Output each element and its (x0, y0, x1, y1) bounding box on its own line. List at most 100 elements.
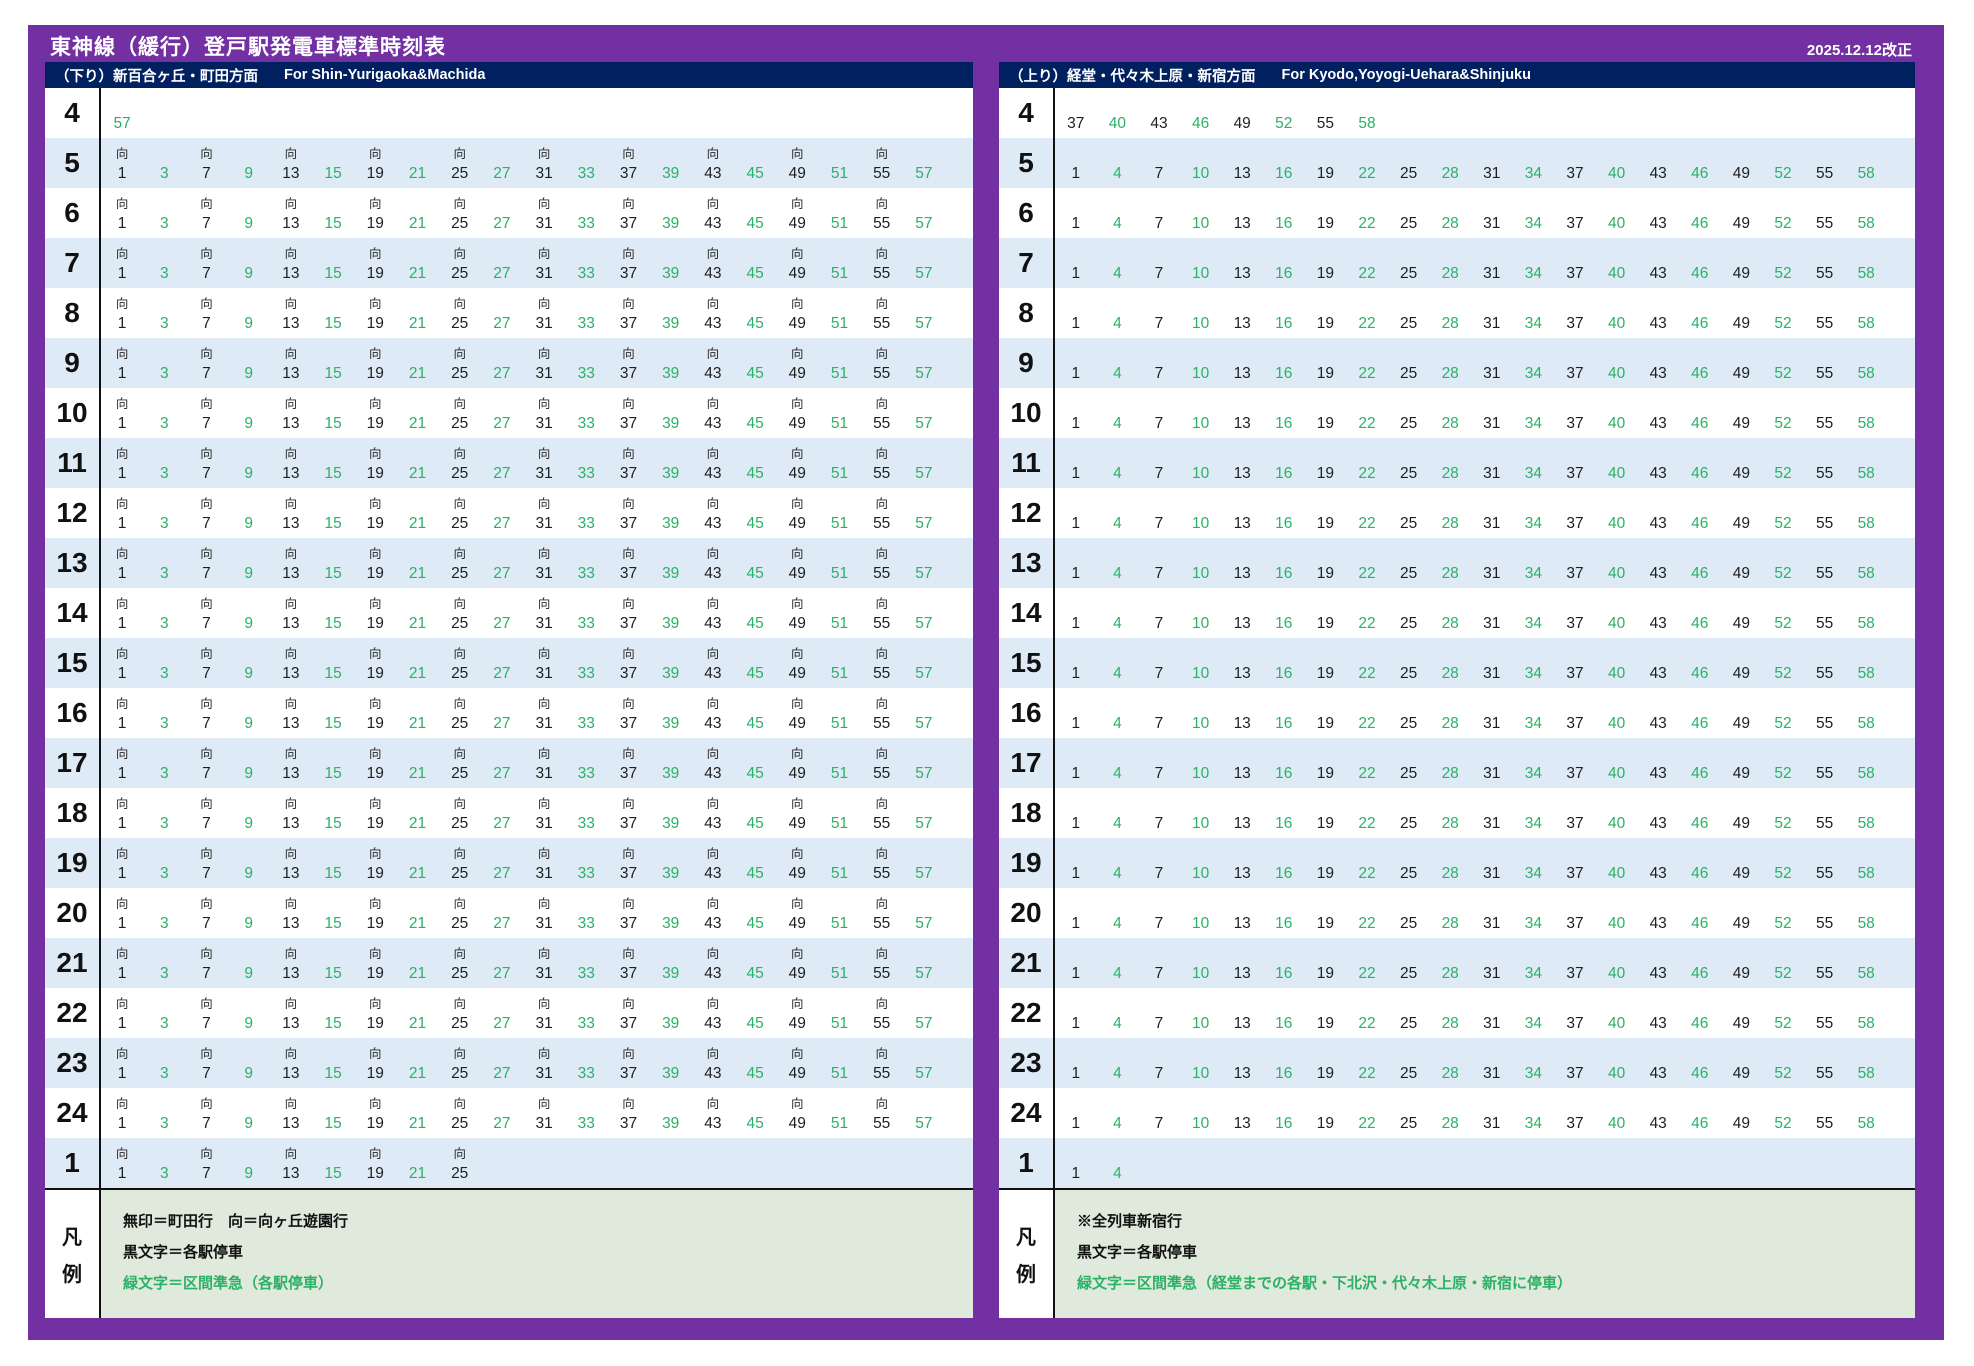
mukogaoka-bound-marker: 向 (791, 347, 804, 361)
minute-value: 51 (830, 1115, 849, 1132)
mukogaoka-bound-marker: 向 (622, 747, 635, 761)
minute-value: 7 (1154, 415, 1164, 432)
minute-value: 39 (662, 1015, 680, 1032)
minute-value: 31 (1483, 365, 1501, 382)
minute-value: 15 (324, 1015, 342, 1032)
minute-cell: 向 37 (607, 938, 649, 988)
minute-cell: 28 (1429, 788, 1471, 838)
minute-cell: 向 43 (692, 338, 734, 388)
minute-cell: 向1 (101, 138, 143, 188)
minute-value: 19 (1316, 265, 1335, 282)
minute-value: 27 (493, 765, 511, 782)
minute-value: 10 (1191, 165, 1210, 182)
minute-value: 31 (1483, 265, 1501, 282)
mukogaoka-bound-marker: 向 (791, 197, 804, 211)
minute-cell: 22 (1346, 538, 1388, 588)
minute-value: 31 (1483, 815, 1501, 832)
hour-label: 22 (999, 988, 1055, 1038)
hour-row: 23 1 4 7 10 13 16 19 22 25 28 31 34 37 40 43 46 49 52 55 58 (999, 1038, 1915, 1088)
minute-cell: 27 (481, 888, 523, 938)
panel-down: （下り）新百合ヶ丘・町田方面 For Shin-Yurigaoka&Machid… (45, 62, 973, 1318)
minute-value: 27 (493, 615, 511, 632)
minute-cell: 58 (1845, 188, 1887, 238)
minute-value: 1 (117, 215, 127, 232)
minute-value: 13 (1233, 815, 1251, 832)
minute-cell: 向7 (185, 638, 227, 688)
minutes-grid: 向 1 3 向 7 9 向 13 15 向 19 21 向 25 27 向 31 33 向 37 39 向 43 45 向 49 5… (101, 638, 973, 688)
minute-cell: 1 (1055, 238, 1097, 288)
minute-value: 25 (1399, 1115, 1418, 1132)
minute-value: 52 (1774, 915, 1792, 932)
minute-value: 10 (1191, 215, 1210, 232)
minute-value: 7 (1154, 465, 1164, 482)
minute-value: 1 (1071, 415, 1081, 432)
minutes-grid: 向 1 3 向 7 9 向 13 15 向 19 21 向 25 27 向 31 33 向 37 39 向 43 45 向 49 5… (101, 1088, 973, 1138)
minute-cell: 15 (312, 288, 354, 338)
hour-row: 12 1 4 7 10 13 16 19 22 25 28 31 34 37 40 43 46 49 52 55 58 (999, 488, 1915, 538)
mukogaoka-bound-marker: 向 (284, 747, 298, 761)
minute-value: 19 (1316, 865, 1335, 882)
minute-value: 52 (1774, 565, 1792, 582)
minute-cell: 15 (312, 488, 354, 538)
minute-value: 19 (366, 1165, 384, 1182)
minute-value: 31 (1483, 1015, 1501, 1032)
minute-cell: 33 (565, 988, 607, 1038)
minute-cell: 52 (1762, 1088, 1804, 1138)
minute-cell: 16 (1263, 388, 1305, 438)
minute-value: 10 (1191, 415, 1210, 432)
minute-cell: 21 (396, 688, 438, 738)
mukogaoka-bound-marker: 向 (791, 297, 804, 311)
minutes-grid: 向 1 3 向 7 9 向 13 15 向 19 21 向 25 27 向 31 33 向 37 39 向 43 45 向 49 5… (101, 488, 973, 538)
minute-value: 19 (366, 1115, 384, 1132)
minute-cell: 7 (1138, 338, 1180, 388)
minute-value: 7 (1154, 315, 1164, 332)
minute-value: 28 (1441, 815, 1459, 832)
mukogaoka-bound-marker: 向 (115, 1147, 129, 1161)
minute-value: 39 (662, 865, 680, 882)
mukogaoka-bound-marker: 向 (622, 547, 635, 561)
minute-cell: 4 (1097, 888, 1139, 938)
minute-value: 7 (202, 965, 211, 982)
minute-value: 28 (1441, 565, 1459, 582)
minute-value: 58 (1857, 815, 1875, 832)
minute-value: 58 (1857, 665, 1875, 682)
minute-value: 57 (915, 565, 933, 582)
minute-value: 31 (1483, 615, 1501, 632)
minutes-grid: 1 4 7 10 13 16 19 22 25 28 31 34 37 40 43 46 49 52 55 58 (1055, 238, 1915, 288)
minute-cell: 22 (1346, 738, 1388, 788)
minute-value: 25 (1399, 615, 1418, 632)
mukogaoka-bound-marker: 向 (200, 847, 213, 861)
mukogaoka-bound-marker: 向 (537, 397, 551, 411)
minute-cell: 9 (228, 738, 270, 788)
minute-cell: 7 (1138, 288, 1180, 338)
minute-cell: 25 (1388, 838, 1430, 888)
mukogaoka-bound-marker: 向 (791, 697, 804, 711)
minute-cell: 39 (650, 888, 692, 938)
minute-cell: 52 (1762, 338, 1804, 388)
minute-value: 31 (1483, 1115, 1501, 1132)
minute-value: 21 (408, 865, 427, 882)
minute-cell: 51 (818, 488, 860, 538)
minute-cell: 46 (1679, 188, 1721, 238)
minute-value: 3 (159, 865, 169, 882)
minute-cell: 45 (734, 938, 776, 988)
minute-value: 4 (1113, 715, 1122, 732)
minute-cell: 向1 (101, 388, 143, 438)
panel-down-header-en: For Shin-Yurigaoka&Machida (284, 67, 486, 83)
mukogaoka-bound-marker: 向 (537, 697, 551, 711)
minute-value: 49 (1732, 765, 1751, 782)
minute-value: 37 (619, 1115, 638, 1132)
minute-value: 10 (1191, 815, 1210, 832)
mukogaoka-bound-marker: 向 (791, 647, 804, 661)
minute-cell: 45 (734, 588, 776, 638)
minute-cell: 向 49 (776, 588, 818, 638)
minute-value: 1 (1071, 1115, 1081, 1132)
minute-value: 52 (1774, 1015, 1792, 1032)
minute-cell: 向 19 (354, 888, 396, 938)
minute-value: 21 (408, 665, 427, 682)
minute-cell: 向 49 (776, 888, 818, 938)
mukogaoka-bound-marker: 向 (875, 497, 888, 511)
mukogaoka-bound-marker: 向 (284, 347, 298, 361)
minute-cell: 22 (1346, 388, 1388, 438)
minute-value: 28 (1441, 615, 1459, 632)
